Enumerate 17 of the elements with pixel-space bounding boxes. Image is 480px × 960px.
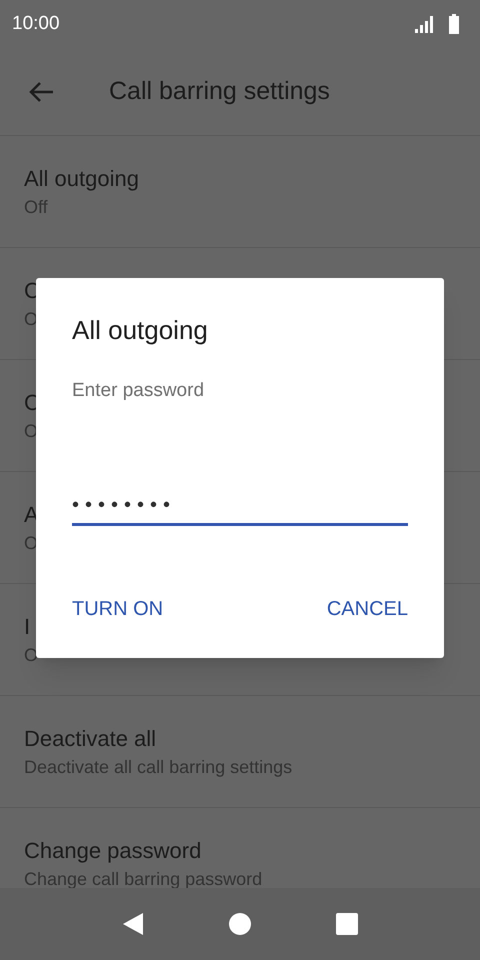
password-field[interactable]: •••••••• — [72, 488, 408, 526]
setting-title[interactable]: I — [24, 612, 30, 642]
setting-title[interactable]: Deactivate all — [24, 724, 156, 754]
back-nav-icon[interactable] — [122, 912, 144, 936]
recents-nav-icon[interactable] — [336, 913, 358, 935]
dialog-title: All outgoing — [72, 314, 209, 347]
screen-title: Call barring settings — [109, 76, 330, 107]
turn-on-button[interactable]: TURN ON — [72, 594, 164, 624]
signal-icon — [414, 14, 436, 34]
field-label: Enter password — [72, 379, 206, 403]
setting-title[interactable]: All outgoing — [24, 164, 139, 194]
battery-icon — [448, 14, 460, 34]
cancel-button[interactable]: CANCEL — [326, 594, 408, 624]
home-nav-icon[interactable] — [228, 913, 251, 935]
back-arrow-icon[interactable] — [28, 80, 54, 102]
status-time: 10:00 — [12, 12, 60, 36]
setting-title[interactable]: Change password — [24, 836, 202, 866]
